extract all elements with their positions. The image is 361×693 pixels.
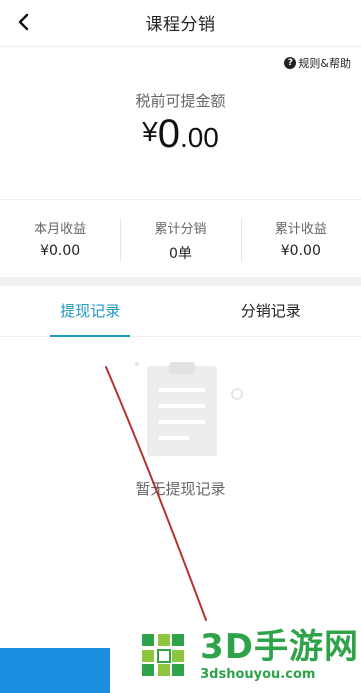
rules-help-link[interactable]: ? 规则&帮助: [284, 55, 351, 71]
stat-value: 0单: [169, 246, 192, 262]
stat-label: 本月收益: [34, 222, 87, 237]
balance-integer: 0: [157, 112, 180, 156]
empty-state-text: 暂无提现记录: [135, 480, 226, 498]
stat-label: 累计收益: [274, 222, 327, 237]
stat-value: ¥0.00: [40, 243, 81, 259]
watermark: 3D手游网 3dshouyou.com: [99, 619, 359, 691]
stats-row: 本月收益 ¥0.00 累计分销 0单 累计收益 ¥0.00: [0, 212, 361, 270]
tab-withdrawal-records[interactable]: 提现记录: [0, 288, 181, 337]
help-icon: ?: [284, 57, 297, 69]
clipboard-icon: [135, 362, 243, 456]
divider: [0, 199, 361, 200]
page-title: 课程分销: [145, 15, 216, 35]
stat-value: ¥0.00: [280, 243, 321, 259]
balance-amount: ¥0.00: [0, 112, 361, 157]
balance-decimal: .00: [179, 122, 219, 153]
watermark-logo-icon: [136, 628, 191, 682]
stat-label: 累计分销: [154, 222, 207, 237]
stat-total-earnings: 累计收益 ¥0.00: [240, 212, 361, 270]
tab-bar: 提现记录 分销记录: [0, 288, 361, 337]
section-separator: [0, 277, 361, 286]
nav-bar: 课程分销: [0, 0, 361, 47]
watermark-text: 3D手游网 3dshouyou.com: [200, 627, 359, 683]
watermark-url: 3dshouyou.com: [200, 667, 316, 682]
tab-distribution-records[interactable]: 分销记录: [181, 288, 361, 336]
bottom-action-bar[interactable]: [0, 648, 110, 693]
stat-monthly-earnings: 本月收益 ¥0.00: [0, 212, 120, 270]
balance-label: 税前可提金额: [135, 92, 226, 110]
currency-symbol: ¥: [142, 116, 158, 147]
watermark-title: 3D手游网: [200, 627, 359, 667]
help-label: 规则&帮助: [298, 57, 351, 70]
stat-total-distribution: 累计分销 0单: [120, 212, 240, 270]
